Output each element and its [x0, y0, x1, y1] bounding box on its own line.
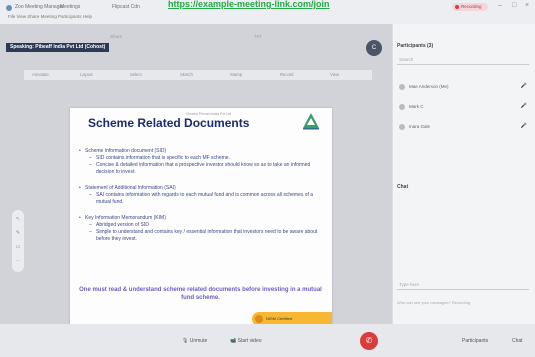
app-icon — [6, 5, 12, 11]
pen-icon[interactable]: ✎ — [15, 230, 21, 236]
sub-bullet: SAI contains information with regards to… — [78, 192, 323, 206]
slide-title: Scheme Related Documents — [88, 116, 250, 130]
bullet-sai: Statement of Additional Information (SAI… — [78, 185, 323, 192]
sub-bullet: Simple to understand and contains key / … — [78, 229, 323, 243]
participants-button[interactable]: Participants — [458, 336, 492, 346]
minimize-icon[interactable]: – — [498, 2, 502, 9]
top-toolbar-item[interactable]: TAT — [254, 34, 262, 39]
sub-bullet: Abridged version of SID — [78, 222, 323, 229]
avatar[interactable]: C — [366, 40, 382, 56]
bullet-kim: Key Information Memorandum (KIM) — [78, 215, 323, 222]
record-button[interactable]: Record — [280, 72, 294, 77]
participants-panel: Participants (3) Search Mae Anderson (Me… — [392, 24, 535, 324]
layout-button[interactable]: Layout — [80, 72, 93, 77]
chat-input[interactable]: Type here — [397, 280, 529, 290]
top-toolbar-item[interactable]: Share — [110, 34, 122, 39]
sketch-button[interactable]: Sketch — [180, 72, 193, 77]
meeting-link-banner[interactable]: https://example-meeting-link.com/join — [168, 0, 460, 9]
tab-3[interactable]: Flipcast Cdn — [112, 4, 140, 10]
leave-meeting-button[interactable]: ✆ — [360, 332, 378, 350]
sub-bullet: SID contains information that is specifi… — [78, 155, 323, 162]
participants-header: Participants (3) — [397, 43, 434, 49]
maximize-icon[interactable]: □ — [512, 2, 516, 9]
participant-row[interactable]: Mae Anderson (Me) 🎤 — [397, 82, 529, 92]
mic-icon[interactable]: 🎤 — [521, 123, 527, 129]
eraser-icon[interactable]: ▭ — [15, 244, 21, 250]
vertical-toolbar: ↖ ✎ ▭ ⋯ — [12, 210, 24, 272]
stamp-button[interactable]: Stamp — [230, 72, 242, 77]
tab-1[interactable]: Zoo Meeting Manager — [15, 4, 64, 10]
meeting-controls: 🎙 Unmute 📹 Start video ✆ Participants Ch… — [0, 324, 535, 357]
bullet-sid: Scheme Information document (SID) — [78, 148, 323, 155]
view-button[interactable]: View — [330, 72, 339, 77]
more-icon[interactable]: ⋯ — [15, 258, 21, 264]
participant-row[interactable]: Inara Gale 🎤 — [397, 122, 529, 132]
presentation-toolbar: Annotate Layout Select Sketch Stamp Reco… — [24, 70, 372, 80]
annotate-button[interactable]: Annotate — [32, 72, 49, 77]
participant-search-input[interactable]: Search — [397, 56, 529, 65]
mic-icon[interactable]: 🎤 — [521, 103, 527, 109]
recording-label: Recording — [461, 4, 482, 9]
participant-row[interactable]: Mark C 🎤 — [397, 102, 529, 112]
recording-indicator[interactable]: Recording — [452, 3, 488, 11]
participant-avatar — [399, 84, 405, 90]
certificate-icon — [255, 315, 263, 323]
start-video-button[interactable]: 📹 Start video — [226, 336, 266, 346]
close-icon[interactable]: × — [525, 2, 529, 9]
record-dot-icon — [455, 5, 459, 9]
slide-body: Scheme Information document (SID) SID co… — [78, 148, 323, 243]
participant-name: Mark C — [409, 104, 424, 109]
chat-hint: Who can see your messages? Recording — [397, 300, 471, 305]
company-logo-icon — [303, 113, 319, 130]
chat-button[interactable]: Chat — [508, 336, 527, 346]
slide-conclusion: One must read & understand scheme relate… — [79, 287, 322, 301]
pointer-icon[interactable]: ↖ — [15, 216, 21, 222]
mic-icon[interactable]: 🎤 — [521, 83, 527, 89]
app-titlebar: Zoo Meeting Manager Meetings Flipcast Cd… — [0, 0, 535, 24]
chat-header: Chat — [397, 184, 409, 190]
participant-avatar — [399, 124, 405, 130]
presentation-slide: Vimeep Privuec India Pvt Ltd Scheme Rela… — [70, 108, 332, 328]
participant-avatar — [399, 104, 405, 110]
speaking-indicator: Speaking: Pibeaff India Pvt Ltd (Cohost) — [6, 43, 110, 52]
shared-screen-stage: Share TAT C Annotate Layout Select Sketc… — [0, 24, 392, 328]
tab-2[interactable]: Meetings — [60, 4, 80, 10]
menu-bar[interactable]: File View Share Meeting Participants Hel… — [8, 14, 92, 19]
nism-label: NISM Certified — [266, 316, 293, 321]
participant-name: Inara Gale — [409, 124, 431, 129]
sub-bullet: Concise & detailed information that a pr… — [78, 162, 323, 176]
select-button[interactable]: Select — [130, 72, 142, 77]
participant-name: Mae Anderson (Me) — [409, 84, 449, 89]
unmute-button[interactable]: 🎙 Unmute — [178, 336, 211, 346]
